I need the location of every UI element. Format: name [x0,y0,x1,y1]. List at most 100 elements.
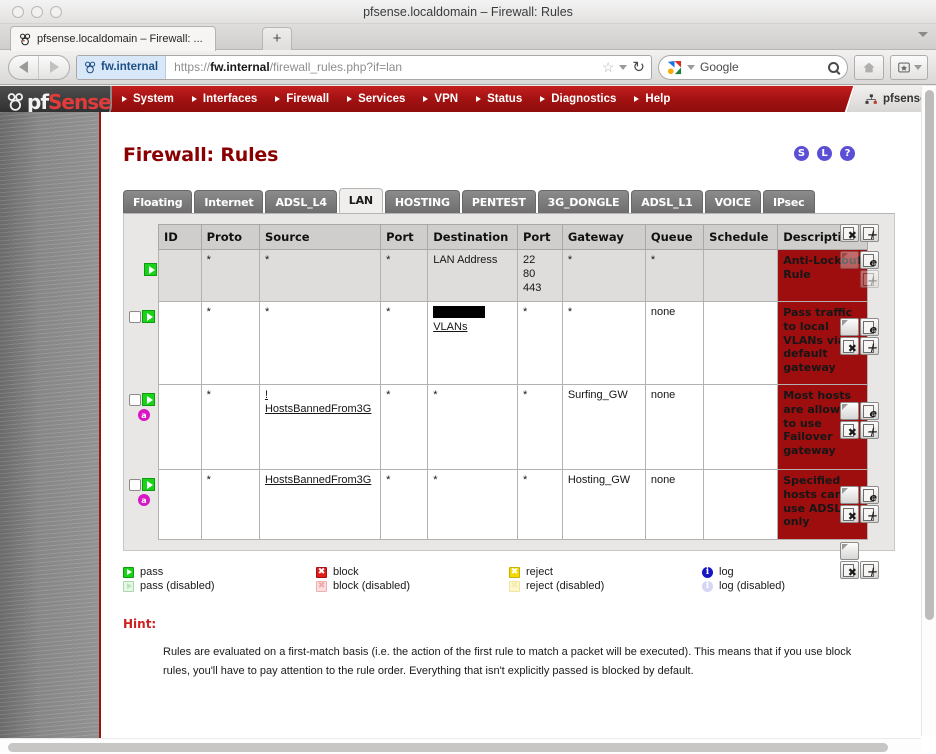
edit-rule-button[interactable]: e [860,402,879,420]
tab-list-chevron-icon[interactable] [918,32,928,37]
table-row[interactable]: * ! HostsBannedFrom3G * * * Surfing_GW n… [158,384,868,470]
reload-icon[interactable]: ↻ [632,58,645,76]
rule-actions-row: e ✖ ＋ [840,486,886,523]
delete-rule-button[interactable]: ✖ [840,337,859,355]
rule-gutter-row [144,263,157,276]
home-icon [863,62,875,72]
tab-hosting[interactable]: HOSTING [384,190,460,213]
reject-icon: ✖ [509,566,520,578]
status-icon[interactable]: S [794,146,809,161]
add-rule-bottom-button[interactable]: ＋ [860,224,879,242]
tab-adsl-l4[interactable]: ADSL_L4 [265,190,337,213]
menu-item-firewall[interactable]: Firewall [271,93,343,105]
edit-rule-button[interactable]: e [860,251,879,269]
forward-button[interactable] [39,56,69,79]
bookmarks-button[interactable] [890,54,928,80]
cell-source-port: * [380,301,429,385]
delete-selected-rules-button[interactable]: ✖ [840,224,859,242]
menu-arrow-icon [540,96,546,102]
tab-ipsec[interactable]: IPsec [763,190,815,213]
rule-select-checkbox[interactable] [129,394,141,406]
vertical-scrollbar-thumb[interactable] [925,90,934,620]
move-rule-button[interactable] [840,486,859,504]
bookmark-star-icon[interactable]: ☆ [602,59,615,76]
rule-select-checkbox[interactable] [129,479,141,491]
help-icon[interactable]: ? [840,146,855,161]
menu-arrow-icon [347,96,353,102]
site-identity-button[interactable]: fw.internal [77,55,167,79]
url-dropdown-chevron-icon[interactable] [619,64,628,70]
pass-arrow-icon[interactable] [142,478,155,491]
copy-rule-button[interactable]: ＋ [860,421,879,439]
tab-lan[interactable]: LAN [338,188,383,213]
maximize-button[interactable] [50,6,62,18]
cell-source-port: * [380,469,429,540]
menu-item-services[interactable]: Services [343,93,419,105]
address-bar-url[interactable]: https://fw.internal/firewall_rules.php?i… [166,60,602,74]
menu-item-vpn[interactable]: VPN [419,93,472,105]
table-row[interactable]: * * * LAN Address 22 80 443 * * Anti-Loc… [158,249,868,302]
hint-title: Hint: [123,617,157,631]
rule-actions-row: e ＋ [840,251,886,288]
menu-item-system[interactable]: System [118,93,188,105]
pass-arrow-icon[interactable] [142,393,155,406]
browser-tab-active[interactable]: pfsense.localdomain – Firewall: ... [10,26,216,51]
horizontal-scrollbar-thumb[interactable] [8,743,888,752]
pfsense-main-menu: System Interfaces Firewall Services VPN … [118,86,684,112]
cell-proto: * [200,384,260,470]
legend-label: log (disabled) [719,580,786,592]
edit-rule-button[interactable]: e [860,486,879,504]
menu-item-interfaces[interactable]: Interfaces [188,93,271,105]
tab-pentest[interactable]: PENTEST [461,190,536,213]
tab-voice[interactable]: VOICE [704,190,761,213]
menu-item-status[interactable]: Status [472,93,536,105]
site-identity-label: fw.internal [101,61,159,73]
delete-rule-button[interactable]: ✖ [840,421,859,439]
table-row[interactable]: * HostsBannedFrom3G * * * Hosting_GW non… [158,469,868,540]
tab-adsl-l1[interactable]: ADSL_L1 [631,190,703,213]
tab-floating[interactable]: Floating [123,190,193,213]
browser-toolbar: fw.internal https://fw.internal/firewall… [0,50,936,85]
firewall-rules-table: ID Proto Source Port Destination Port Ga… [158,224,868,540]
cell-queue: none [644,469,705,540]
vertical-scrollbar[interactable] [921,86,936,736]
search-engine-chevron-icon[interactable] [687,64,695,70]
pass-arrow-icon[interactable] [144,263,157,276]
address-bar[interactable]: fw.internal https://fw.internal/firewall… [76,54,652,80]
copy-rule-button[interactable]: ＋ [860,337,879,355]
move-rule-button[interactable] [840,318,859,336]
source-alias-link[interactable]: ! HostsBannedFrom3G [265,389,371,415]
pfsense-logo[interactable]: pfSense [0,86,112,112]
advanced-rule-badge: a [138,494,150,506]
menu-item-diagnostics[interactable]: Diagnostics [536,93,630,105]
close-button[interactable] [12,6,24,18]
logout-icon[interactable]: L [817,146,832,161]
add-rule-bottom-button-2[interactable]: ＋ [860,561,879,579]
rule-actions-row: e ✖ ＋ [840,402,886,439]
back-button[interactable] [9,55,39,79]
horizontal-scrollbar[interactable] [0,738,921,754]
redacted-text-block [433,306,486,318]
new-tab-button[interactable]: + [262,27,292,50]
move-rule-button[interactable] [840,402,859,420]
menu-item-help[interactable]: Help [630,93,684,105]
rule-select-checkbox[interactable] [129,311,141,323]
window-controls[interactable] [12,6,62,18]
tab-internet[interactable]: Internet [194,190,264,213]
table-row[interactable]: * * * VLANs * * none Pass traffic to loc… [158,301,868,385]
copy-rule-button[interactable]: ＋ [860,505,879,523]
delete-rule-button[interactable]: ✖ [840,505,859,523]
search-icon[interactable] [828,61,839,73]
minimize-button[interactable] [31,6,43,18]
move-rule-bottom-button[interactable] [840,542,859,560]
edit-rule-button[interactable]: e [860,318,879,336]
rules-legend: pass ✖ block ✖ reject i log pass (disabl… [123,565,895,593]
search-bar[interactable]: Google [658,54,848,80]
delete-selected-rules-bottom-button[interactable]: ✖ [840,561,859,579]
source-alias-link[interactable]: HostsBannedFrom3G [265,474,371,486]
tab-3g-dongle[interactable]: 3G_DONGLE [537,190,630,213]
home-button[interactable] [854,54,884,80]
pass-arrow-icon[interactable] [142,310,155,323]
rule-gutter-row: a [129,393,155,421]
destination-alias-link[interactable]: VLANs [433,321,467,333]
